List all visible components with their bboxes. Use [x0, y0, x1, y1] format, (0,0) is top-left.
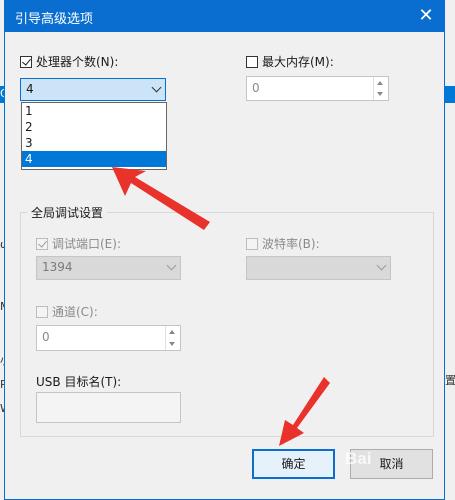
baud-rate-select[interactable]	[246, 256, 391, 280]
baud-rate-label: 波特率(B):	[262, 237, 320, 251]
decrement-icon[interactable]	[169, 342, 175, 346]
max-memory-value: 0	[252, 81, 260, 95]
debug-port-value: 1394	[42, 260, 73, 274]
checkbox-unchecked-icon	[36, 305, 48, 318]
processors-label: 处理器个数(N):	[36, 55, 119, 69]
close-icon[interactable]: ✕	[412, 3, 440, 29]
debug-settings-title: 全局调试设置	[27, 204, 108, 221]
baud-rate-checkbox[interactable]: 波特率(B):	[246, 235, 320, 252]
debug-port-select[interactable]: 1394	[36, 256, 181, 280]
channel-label: 通道(C):	[52, 305, 98, 319]
processors-value: 4	[26, 82, 34, 96]
processors-select[interactable]: 4	[20, 78, 166, 101]
dropdown-option[interactable]: 3	[22, 135, 166, 151]
channel-checkbox[interactable]: 通道(C):	[36, 303, 98, 320]
increment-icon[interactable]	[169, 330, 175, 334]
processors-dropdown-list: 1 2 3 4	[21, 102, 167, 170]
usb-target-label: USB 目标名(T):	[36, 375, 122, 389]
max-memory-checkbox[interactable]: 最大内存(M):	[246, 53, 334, 70]
chevron-down-icon	[151, 82, 162, 93]
checkbox-checked-icon	[36, 237, 48, 250]
increment-icon[interactable]	[377, 81, 383, 85]
dialog-title: 引导高级选项	[15, 12, 94, 27]
dropdown-option[interactable]: 2	[22, 119, 166, 135]
background-window-right: 置	[445, 0, 455, 500]
dropdown-option-selected[interactable]: 4	[22, 151, 166, 167]
checkbox-unchecked-icon	[246, 55, 258, 68]
max-memory-stepper[interactable]: 0	[246, 76, 389, 101]
chevron-down-icon	[376, 260, 387, 271]
background-text: 置	[445, 374, 455, 387]
dropdown-option[interactable]: 1	[22, 103, 166, 119]
ok-button[interactable]: 确定	[252, 449, 335, 479]
channel-stepper[interactable]: 0	[36, 325, 181, 351]
background-selection	[445, 86, 455, 103]
usb-target-input[interactable]	[36, 392, 181, 423]
checkbox-unchecked-icon	[246, 237, 258, 250]
channel-value: 0	[42, 330, 50, 344]
debug-port-label: 调试端口(E):	[52, 237, 121, 251]
boot-advanced-options-dialog: 引导高级选项 ✕ 处理器个数(N): 4 1 2 3 4 最大内存(M): 0 …	[4, 0, 445, 500]
checkbox-checked-icon	[20, 55, 32, 68]
watermark-text: Bai	[345, 449, 372, 468]
title-bar: 引导高级选项 ✕	[5, 1, 444, 32]
max-memory-label: 最大内存(M):	[262, 55, 334, 69]
debug-port-checkbox[interactable]: 调试端口(E):	[36, 235, 121, 252]
processors-checkbox[interactable]: 处理器个数(N):	[20, 53, 118, 70]
chevron-down-icon	[166, 260, 177, 271]
decrement-icon[interactable]	[377, 92, 383, 96]
